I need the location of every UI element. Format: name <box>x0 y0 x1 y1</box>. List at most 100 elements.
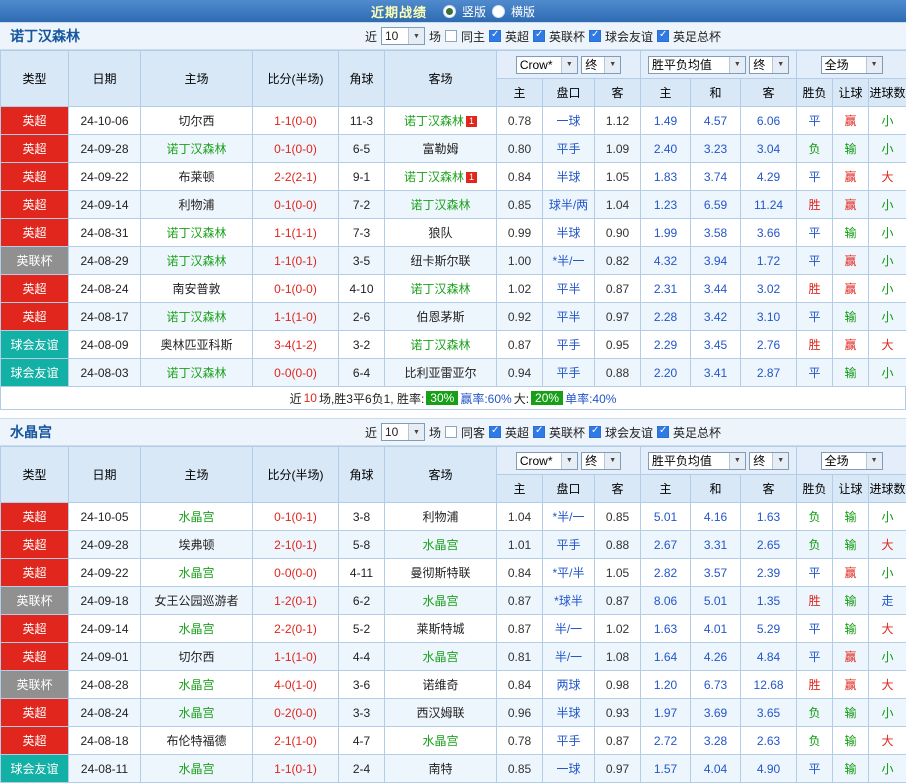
scope-select[interactable]: 全场▼ <box>821 452 883 470</box>
team-name[interactable]: 水晶宫 <box>422 734 458 748</box>
team-name[interactable]: 水晶宫 <box>422 538 458 552</box>
euro-away-odds: 1.63 <box>741 503 797 531</box>
team-name[interactable]: 诺维奇 <box>422 678 458 692</box>
odds-source-select[interactable]: Crow*▼ <box>516 56 578 74</box>
same-venue-label[interactable]: 同主 <box>461 28 485 45</box>
match-count-select[interactable]: 10▼ <box>381 423 425 441</box>
asia-away-odds: 1.08 <box>595 643 641 671</box>
league-label-friendly[interactable]: 球会友谊 <box>605 424 653 441</box>
team-name[interactable]: 水晶宫 <box>178 510 214 524</box>
team-name[interactable]: 切尔西 <box>178 114 214 128</box>
league-checkbox-epl[interactable] <box>489 30 501 42</box>
team-name[interactable]: 水晶宫 <box>178 678 214 692</box>
team-name[interactable]: 诺丁汉森林 <box>166 142 226 156</box>
league-checkbox-eflcup[interactable] <box>533 426 545 438</box>
away-team: 利物浦 <box>385 503 497 531</box>
team-name[interactable]: 诺丁汉森林 <box>166 226 226 240</box>
league-checkbox-friendly[interactable] <box>589 30 601 42</box>
league-checkbox-facup[interactable] <box>657 30 669 42</box>
team-name[interactable]: 诺丁汉森林 <box>404 114 464 128</box>
layout-label-vertical[interactable]: 竖版 <box>462 3 486 20</box>
asia-away-odds: 0.87 <box>595 275 641 303</box>
team-name[interactable]: 水晶宫 <box>422 650 458 664</box>
team-name[interactable]: 比利亚雷亚尔 <box>404 366 476 380</box>
col-asia-away: 客 <box>595 475 641 503</box>
layout-radio-vertical[interactable] <box>443 5 456 18</box>
league-label-epl[interactable]: 英超 <box>505 424 529 441</box>
team-name[interactable]: 南特 <box>428 762 452 776</box>
asia-handicap: 平手 <box>543 331 595 359</box>
col-goals-result: 进球数 <box>869 475 906 503</box>
col-away: 客场 <box>385 51 497 107</box>
team-name[interactable]: 纽卡斯尔联 <box>410 254 470 268</box>
league-label-facup[interactable]: 英足总杯 <box>673 28 721 45</box>
league-label-epl[interactable]: 英超 <box>505 28 529 45</box>
team-name[interactable]: 水晶宫 <box>178 622 214 636</box>
league-checkbox-eflcup[interactable] <box>533 30 545 42</box>
same-venue-checkbox[interactable] <box>445 30 457 42</box>
team-name[interactable]: 奥林匹亚科斯 <box>160 338 232 352</box>
team-name[interactable]: 诺丁汉森林 <box>410 282 470 296</box>
asia-home-odds: 0.87 <box>497 331 543 359</box>
team-name[interactable]: 诺丁汉森林 <box>166 254 226 268</box>
euro-draw-odds: 3.28 <box>691 727 741 755</box>
euro-source-select[interactable]: 胜平负均值▼ <box>648 56 746 74</box>
team-name[interactable]: 狼队 <box>428 226 452 240</box>
team-name[interactable]: 诺丁汉森林 <box>166 366 226 380</box>
team-name[interactable]: 布莱顿 <box>178 170 214 184</box>
team-name[interactable]: 女王公园巡游者 <box>154 594 238 608</box>
league-label-facup[interactable]: 英足总杯 <box>673 424 721 441</box>
league-checkbox-facup[interactable] <box>657 426 669 438</box>
team-name[interactable]: 水晶宫 <box>422 594 458 608</box>
match-row: 英联杯24-08-29诺丁汉森林1-1(0-1)3-5纽卡斯尔联1.00*半/一… <box>1 247 906 275</box>
euro-source-select[interactable]: 胜平负均值▼ <box>648 452 746 470</box>
team-name[interactable]: 莱斯特城 <box>416 622 464 636</box>
league-label-eflcup[interactable]: 英联杯 <box>549 424 585 441</box>
team-name[interactable]: 南安普敦 <box>172 282 220 296</box>
team-name[interactable]: 利物浦 <box>178 198 214 212</box>
euro-stage-select[interactable]: 终▼ <box>749 452 789 470</box>
same-venue-checkbox[interactable] <box>445 426 457 438</box>
team-name[interactable]: 诺丁汉森林 <box>410 338 470 352</box>
league-checkbox-friendly[interactable] <box>589 426 601 438</box>
euro-home-odds: 2.28 <box>641 303 691 331</box>
team-name[interactable]: 水晶宫 <box>178 566 214 580</box>
team-name[interactable]: 诺丁汉森林 <box>410 198 470 212</box>
odds-source-select[interactable]: Crow*▼ <box>516 452 578 470</box>
match-count-select[interactable]: 10▼ <box>381 27 425 45</box>
scope-select[interactable]: 全场▼ <box>821 56 883 74</box>
euro-home-odds: 2.31 <box>641 275 691 303</box>
match-date: 24-08-31 <box>69 219 141 247</box>
match-row: 球会友谊24-08-03诺丁汉森林0-0(0-0)6-4比利亚雷亚尔0.94平手… <box>1 359 906 387</box>
team-name[interactable]: 水晶宫 <box>178 706 214 720</box>
team-name[interactable]: 诺丁汉森林 <box>404 170 464 184</box>
match-row: 英超24-09-01切尔西1-1(1-0)4-4水晶宫0.81半/一1.081.… <box>1 643 906 671</box>
team-name[interactable]: 埃弗顿 <box>178 538 214 552</box>
team-name[interactable]: 伯恩茅斯 <box>416 310 464 324</box>
home-team: 诺丁汉森林 <box>141 303 253 331</box>
team-name[interactable]: 利物浦 <box>422 510 458 524</box>
league-checkbox-epl[interactable] <box>489 426 501 438</box>
same-venue-label[interactable]: 同客 <box>461 424 485 441</box>
result-outcome: 负 <box>797 727 833 755</box>
team-name[interactable]: 切尔西 <box>178 650 214 664</box>
asia-home-odds: 0.85 <box>497 755 543 783</box>
league-label-eflcup[interactable]: 英联杯 <box>549 28 585 45</box>
team-name[interactable]: 水晶宫 <box>178 762 214 776</box>
team-name[interactable]: 富勒姆 <box>422 142 458 156</box>
layout-label-horizontal[interactable]: 横版 <box>511 3 535 20</box>
home-team: 埃弗顿 <box>141 531 253 559</box>
odds-stage-select[interactable]: 终▼ <box>581 56 621 74</box>
league-label-friendly[interactable]: 球会友谊 <box>605 28 653 45</box>
team-name[interactable]: 诺丁汉森林 <box>166 310 226 324</box>
match-type: 英超 <box>1 503 69 531</box>
team-name[interactable]: 曼彻斯特联 <box>410 566 470 580</box>
team-name[interactable]: 布伦特福德 <box>166 734 226 748</box>
asia-handicap: 平手 <box>543 359 595 387</box>
asia-away-odds: 0.88 <box>595 359 641 387</box>
odds-stage-select[interactable]: 终▼ <box>581 452 621 470</box>
team-name[interactable]: 西汉姆联 <box>416 706 464 720</box>
layout-radio-horizontal[interactable] <box>492 5 505 18</box>
result-handicap: 输 <box>833 303 869 331</box>
euro-stage-select[interactable]: 终▼ <box>749 56 789 74</box>
